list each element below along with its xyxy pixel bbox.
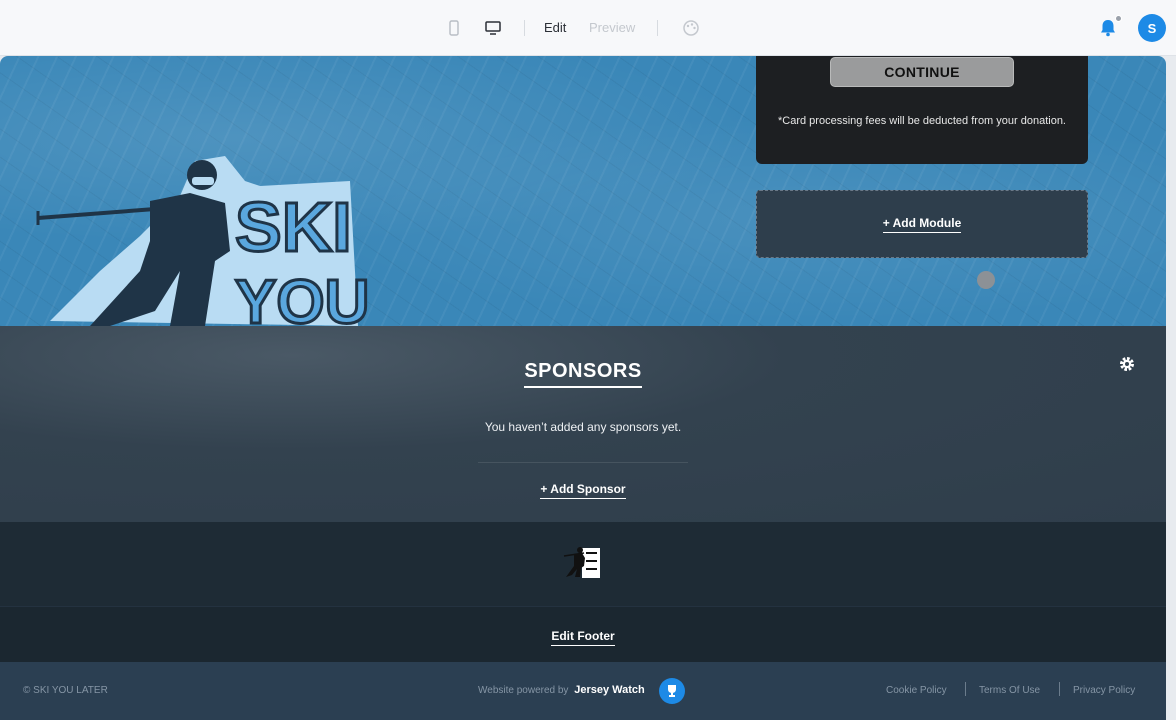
donation-card: CONTINUE *Card processing fees will be d… — [756, 56, 1088, 164]
footer-edit-band: Edit Footer — [0, 606, 1166, 662]
copyright-text: © SKI YOU LATER — [23, 685, 108, 696]
edit-footer-link[interactable]: Edit Footer — [551, 629, 615, 646]
add-module-slot[interactable]: + Add Module — [756, 190, 1088, 258]
site-canvas: SKI YOU CONTINUE *Card processing fees w… — [0, 56, 1166, 720]
site-footer-bar: © SKI YOU LATER Website powered by Jerse… — [0, 662, 1166, 720]
privacy-policy-link[interactable]: Privacy Policy — [1073, 685, 1135, 696]
fee-note: *Card processing fees will be deducted f… — [778, 115, 1066, 127]
powered-prefix: Website powered by — [478, 685, 569, 696]
ski-you-later-logo: SKI YOU — [36, 156, 370, 326]
editor-toolbar: Edit Preview S — [0, 0, 1176, 56]
sponsors-empty-message: You haven’t added any sponsors yet. — [484, 420, 682, 434]
powered-brand[interactable]: Jersey Watch — [574, 684, 645, 696]
sponsors-section: SPONSORS You haven’t added any sponsors … — [0, 326, 1166, 522]
trophy-icon[interactable] — [659, 678, 685, 704]
footer-logo — [563, 547, 600, 578]
mobile-icon[interactable] — [445, 19, 463, 37]
notification-dot — [1115, 15, 1122, 22]
add-sponsor-link[interactable]: + Add Sponsor — [540, 482, 626, 499]
add-sponsor-row: + Add Sponsor — [0, 480, 1166, 499]
toolbar-divider — [524, 20, 525, 36]
add-module-link[interactable]: + Add Module — [882, 216, 962, 233]
edit-tab[interactable]: Edit — [544, 20, 566, 35]
gear-icon[interactable] — [1118, 355, 1136, 373]
footer-logo-band — [0, 522, 1166, 606]
trophy-glyph — [668, 685, 676, 697]
powered-by: Website powered by Jersey Watch — [478, 684, 645, 696]
scrollbar-track[interactable] — [1166, 56, 1176, 720]
continue-button[interactable]: CONTINUE — [830, 57, 1014, 87]
desktop-icon[interactable] — [484, 19, 502, 37]
divider — [1059, 682, 1060, 696]
logo-text-ski: SKI — [235, 188, 352, 266]
avatar[interactable]: S — [1138, 14, 1166, 42]
palette-icon[interactable] — [682, 19, 700, 37]
divider — [965, 682, 966, 696]
sponsors-heading: SPONSORS — [524, 360, 642, 388]
cookie-policy-link[interactable]: Cookie Policy — [886, 685, 947, 696]
sponsors-title: SPONSORS — [0, 360, 1166, 388]
divider — [478, 462, 688, 463]
toolbar-divider — [657, 20, 658, 36]
logo-text-you: YOU — [235, 268, 369, 326]
terms-of-use-link[interactable]: Terms Of Use — [979, 685, 1040, 696]
preview-tab[interactable]: Preview — [589, 20, 635, 35]
cursor-indicator — [977, 271, 995, 289]
edit-footer-row: Edit Footer — [0, 627, 1166, 646]
